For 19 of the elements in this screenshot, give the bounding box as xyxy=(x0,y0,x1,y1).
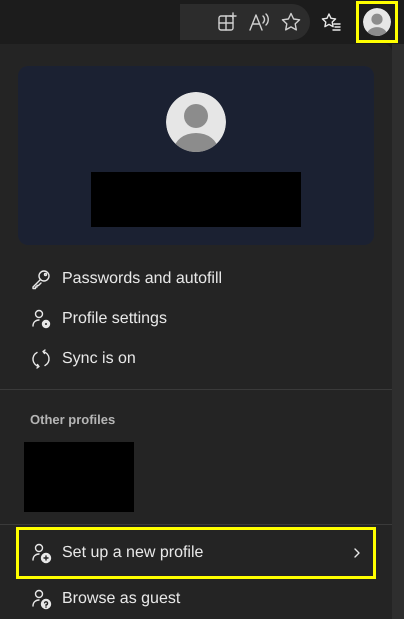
person-add-icon xyxy=(30,542,52,564)
address-bar[interactable] xyxy=(180,4,310,40)
favorites-list-icon[interactable] xyxy=(320,11,342,33)
add-tab-icon[interactable] xyxy=(216,11,238,33)
section-heading: Other profiles xyxy=(30,412,116,428)
star-icon[interactable] xyxy=(280,11,302,33)
person-gear-icon xyxy=(30,308,52,330)
key-icon xyxy=(30,268,52,290)
read-aloud-icon[interactable] xyxy=(248,11,270,33)
menu-item[interactable]: Sync is on xyxy=(0,339,392,380)
avatar-icon xyxy=(166,92,226,152)
menu-item[interactable]: Browse as guest xyxy=(16,579,376,619)
avatar-icon xyxy=(363,8,391,36)
sync-icon xyxy=(30,348,52,370)
person-question-icon xyxy=(30,588,52,610)
menu-item[interactable]: Passwords and autofill xyxy=(0,259,392,300)
menu-item[interactable]: Set up a new profile xyxy=(16,527,376,580)
menu-item[interactable]: Profile settings xyxy=(0,299,392,340)
profile-button[interactable] xyxy=(356,1,398,43)
